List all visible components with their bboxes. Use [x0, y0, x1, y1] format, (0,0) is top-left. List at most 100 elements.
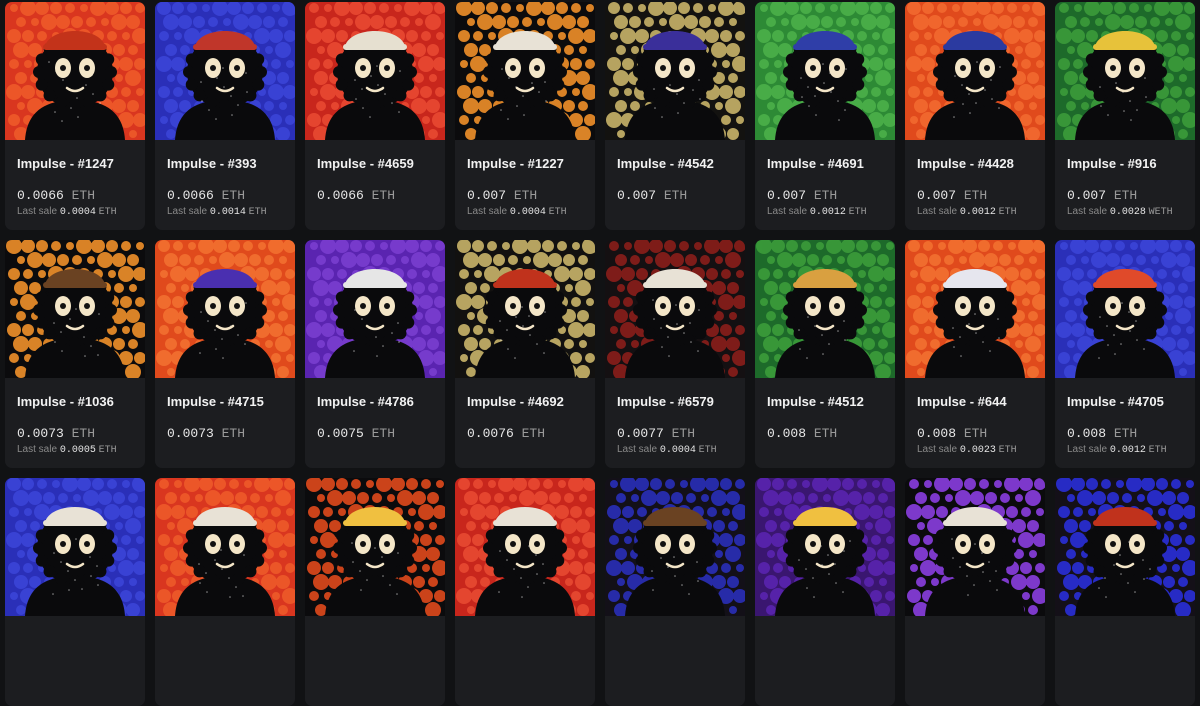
- nft-image[interactable]: [5, 240, 145, 378]
- nft-name[interactable]: Impulse - #1227: [467, 156, 564, 171]
- nft-name[interactable]: Impulse - #393: [167, 156, 257, 171]
- price-value: 0.0066: [167, 188, 214, 203]
- price-value: 0.007: [767, 188, 807, 203]
- nft-card[interactable]: Impulse - #4512 0.008 ETH: [755, 240, 895, 468]
- nft-image[interactable]: [155, 478, 295, 616]
- nft-card[interactable]: Impulse - #916 0.007 ETH Last sale 0.0028 …: [1055, 2, 1195, 230]
- nft-card[interactable]: [905, 478, 1045, 706]
- nft-price: 0.0073 ETH: [167, 426, 245, 441]
- last-sale: Last sale 0.0012 ETH: [1067, 444, 1167, 456]
- nft-image[interactable]: [455, 240, 595, 378]
- nft-price: 0.0077 ETH: [617, 426, 695, 441]
- last-sale: Last sale 0.0005 ETH: [17, 444, 117, 456]
- nft-name[interactable]: Impulse - #6579: [617, 394, 714, 409]
- nft-card[interactable]: Impulse - #4428 0.007 ETH Last sale 0.0012…: [905, 2, 1045, 230]
- nft-image[interactable]: [755, 478, 895, 616]
- nft-card[interactable]: Impulse - #644 0.008 ETH Last sale 0.0023 …: [905, 240, 1045, 468]
- nft-name[interactable]: Impulse - #4786: [317, 394, 414, 409]
- nft-name[interactable]: Impulse - #4691: [767, 156, 864, 171]
- nft-card[interactable]: Impulse - #4692 0.0076 ETH: [455, 240, 595, 468]
- nft-image[interactable]: [155, 2, 295, 140]
- nft-artwork: [605, 2, 745, 140]
- price-value: 0.007: [467, 188, 507, 203]
- nft-image[interactable]: [305, 2, 445, 140]
- nft-image[interactable]: [755, 2, 895, 140]
- nft-image[interactable]: [605, 240, 745, 378]
- nft-name[interactable]: Impulse - #4542: [617, 156, 714, 171]
- nft-card[interactable]: [1055, 478, 1195, 706]
- price-value: 0.0075: [317, 426, 364, 441]
- last-sale-label: Last sale: [917, 206, 958, 217]
- nft-name[interactable]: Impulse - #4659: [317, 156, 414, 171]
- nft-artwork: [305, 2, 445, 140]
- nft-artwork: [455, 478, 595, 616]
- nft-price: 0.007 ETH: [917, 188, 987, 203]
- nft-card[interactable]: Impulse - #4659 0.0066 ETH: [305, 2, 445, 230]
- nft-image[interactable]: [155, 240, 295, 378]
- price-value: 0.007: [917, 188, 957, 203]
- nft-card[interactable]: Impulse - #4542 0.007 ETH: [605, 2, 745, 230]
- nft-name[interactable]: Impulse - #1247: [17, 156, 114, 171]
- nft-card[interactable]: [5, 478, 145, 706]
- nft-image[interactable]: [305, 240, 445, 378]
- nft-image[interactable]: [305, 478, 445, 616]
- nft-image[interactable]: [905, 2, 1045, 140]
- nft-artwork: [905, 240, 1045, 378]
- nft-image[interactable]: [455, 2, 595, 140]
- last-sale-value: 0.0004: [59, 207, 96, 218]
- last-sale-currency: ETH: [998, 207, 1017, 218]
- nft-name[interactable]: Impulse - #644: [917, 394, 1007, 409]
- nft-image[interactable]: [905, 240, 1045, 378]
- last-sale-value: 0.0012: [1109, 445, 1146, 456]
- nft-card[interactable]: [755, 478, 895, 706]
- nft-image[interactable]: [5, 2, 145, 140]
- nft-name[interactable]: Impulse - #4715: [167, 394, 264, 409]
- nft-card[interactable]: Impulse - #4786 0.0075 ETH: [305, 240, 445, 468]
- price-value: 0.008: [1067, 426, 1107, 441]
- nft-image[interactable]: [1055, 2, 1195, 140]
- last-sale-currency: ETH: [248, 207, 267, 218]
- nft-price: 0.008 ETH: [1067, 426, 1137, 441]
- nft-card[interactable]: Impulse - #1247 0.0066 ETH Last sale 0.000…: [5, 2, 145, 230]
- nft-name[interactable]: Impulse - #1036: [17, 394, 114, 409]
- last-sale-label: Last sale: [467, 206, 508, 217]
- nft-price: 0.007 ETH: [1067, 188, 1137, 203]
- nft-card[interactable]: Impulse - #4715 0.0073 ETH: [155, 240, 295, 468]
- nft-price: 0.007 ETH: [767, 188, 837, 203]
- nft-name[interactable]: Impulse - #4428: [917, 156, 1014, 171]
- nft-card[interactable]: [305, 478, 445, 706]
- nft-price: 0.0066 ETH: [17, 188, 95, 203]
- price-value: 0.0073: [167, 426, 214, 441]
- nft-card[interactable]: Impulse - #1227 0.007 ETH Last sale 0.0004…: [455, 2, 595, 230]
- last-sale-label: Last sale: [17, 206, 58, 217]
- nft-artwork: [1055, 2, 1195, 140]
- price-currency: ETH: [71, 426, 96, 441]
- nft-name[interactable]: Impulse - #916: [1067, 156, 1157, 171]
- nft-artwork: [905, 478, 1045, 616]
- nft-card[interactable]: [605, 478, 745, 706]
- nft-card[interactable]: Impulse - #1036 0.0073 ETH Last sale 0.000…: [5, 240, 145, 468]
- last-sale-label: Last sale: [167, 206, 208, 217]
- nft-card[interactable]: Impulse - #393 0.0066 ETH Last sale 0.0014…: [155, 2, 295, 230]
- nft-card[interactable]: Impulse - #6579 0.0077 ETH Last sale 0.000…: [605, 240, 745, 468]
- nft-card[interactable]: Impulse - #4691 0.007 ETH Last sale 0.0012…: [755, 2, 895, 230]
- last-sale-label: Last sale: [617, 444, 658, 455]
- nft-name[interactable]: Impulse - #4512: [767, 394, 864, 409]
- nft-name[interactable]: Impulse - #4705: [1067, 394, 1164, 409]
- last-sale-value: 0.0004: [659, 445, 696, 456]
- nft-image[interactable]: [1055, 240, 1195, 378]
- nft-image[interactable]: [605, 478, 745, 616]
- last-sale-currency: ETH: [548, 207, 567, 218]
- nft-card[interactable]: [155, 478, 295, 706]
- nft-name[interactable]: Impulse - #4692: [467, 394, 564, 409]
- nft-artwork: [155, 2, 295, 140]
- nft-card[interactable]: Impulse - #4705 0.008 ETH Last sale 0.0012…: [1055, 240, 1195, 468]
- nft-image[interactable]: [5, 478, 145, 616]
- nft-image[interactable]: [905, 478, 1045, 616]
- nft-image[interactable]: [1055, 478, 1195, 616]
- nft-image[interactable]: [755, 240, 895, 378]
- nft-price: 0.008 ETH: [767, 426, 837, 441]
- nft-image[interactable]: [455, 478, 595, 616]
- nft-card[interactable]: [455, 478, 595, 706]
- nft-image[interactable]: [605, 2, 745, 140]
